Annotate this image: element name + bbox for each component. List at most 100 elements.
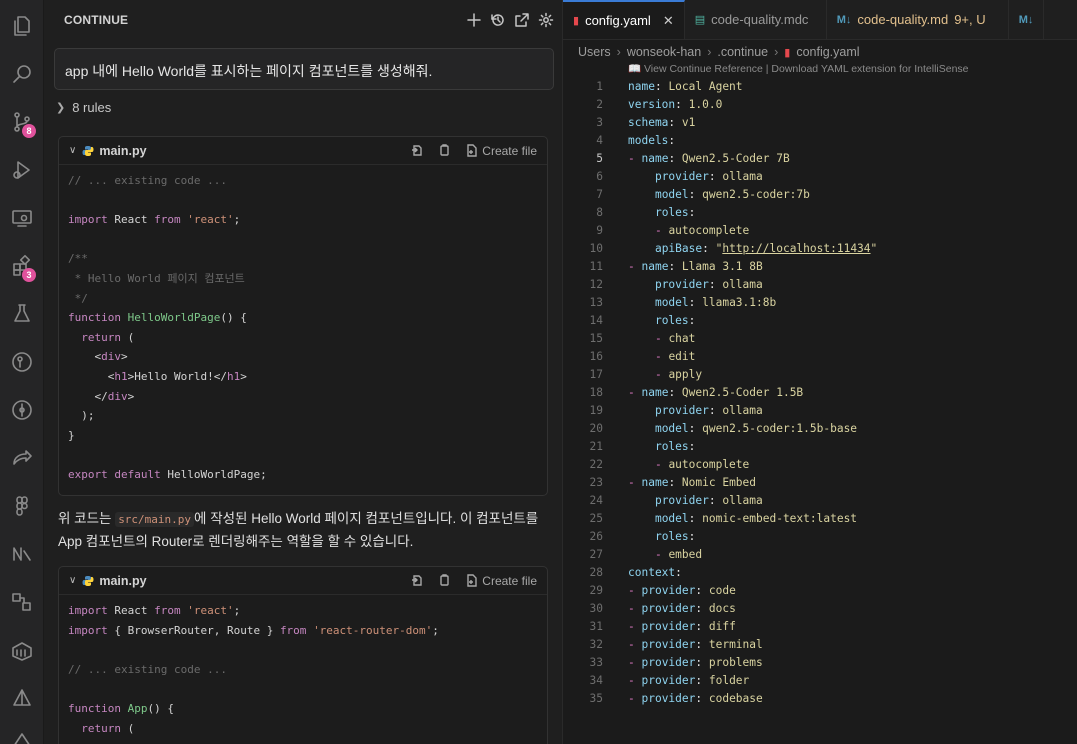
line-number: 25 xyxy=(589,512,603,525)
tab-label: code-quality.md xyxy=(857,12,949,27)
editor-line: 27 - embed xyxy=(563,546,1077,564)
code-block-header: ∨ main.py Create file xyxy=(59,137,547,165)
code-line: return ( xyxy=(81,330,135,344)
new-session-icon[interactable] xyxy=(466,12,482,33)
editor-line: 5 - name: Qwen2.5-Coder 7B xyxy=(563,150,1077,168)
search-icon[interactable] xyxy=(0,56,44,92)
figma-icon[interactable] xyxy=(0,488,44,524)
rules-toggle[interactable]: ❯ 8 rules xyxy=(56,100,111,115)
line-number: 15 xyxy=(589,332,603,345)
breadcrumb-item[interactable]: wonseok-han xyxy=(627,45,701,59)
markdown-file-icon: M↓ xyxy=(836,13,852,26)
open-in-editor-icon[interactable] xyxy=(514,12,530,33)
tab-config-yaml[interactable]: ▮ config.yaml ✕ xyxy=(563,0,685,39)
line-number: 9 xyxy=(596,224,603,237)
breadcrumb-item[interactable]: config.yaml xyxy=(796,45,859,59)
code-line: */ xyxy=(68,291,88,305)
line-text: - provider: problems xyxy=(628,656,763,669)
code-line: } xyxy=(68,428,75,442)
remote-explorer-icon[interactable] xyxy=(0,200,44,236)
line-number: 6 xyxy=(596,170,603,183)
line-number: 11 xyxy=(589,260,603,273)
line-number: 3 xyxy=(596,116,603,129)
chevron-down-icon[interactable]: ∨ xyxy=(69,145,76,156)
line-number: 34 xyxy=(589,674,603,687)
code-block-2: ∨ main.py Create file import React from … xyxy=(58,566,548,744)
editor-line: 3 schema: v1 xyxy=(563,114,1077,132)
source-control-icon[interactable]: 8 xyxy=(0,104,44,140)
tab-label: config.yaml xyxy=(585,13,651,28)
editor-line: 15 - chat xyxy=(563,330,1077,348)
copy-icon[interactable] xyxy=(438,144,451,157)
line-number: 1 xyxy=(596,80,603,93)
line-number: 18 xyxy=(589,386,603,399)
create-file-button[interactable]: Create file xyxy=(465,144,537,158)
close-icon[interactable]: ✕ xyxy=(663,13,674,29)
editor-line: 1 name: Local Agent xyxy=(563,78,1077,96)
explorer-icon[interactable] xyxy=(0,8,44,44)
prompt-icon[interactable] xyxy=(0,680,44,716)
continue-icon[interactable] xyxy=(0,724,44,744)
editor-tabs: ▮ config.yaml ✕ ▤ code-quality.mdc M↓ co… xyxy=(563,0,1077,40)
line-text: - provider: code xyxy=(628,584,736,597)
tab-code-quality-mdc[interactable]: ▤ code-quality.mdc xyxy=(685,0,827,39)
editor-line: 18 - name: Qwen2.5-Coder 1.5B xyxy=(563,384,1077,402)
copy-icon[interactable] xyxy=(438,574,451,587)
tab-markdown-overflow[interactable]: M↓ xyxy=(1009,0,1045,39)
insert-at-cursor-icon[interactable] xyxy=(411,144,424,157)
line-number: 8 xyxy=(596,206,603,219)
create-file-button[interactable]: Create file xyxy=(465,574,537,588)
editor-line: 25 model: nomic-embed-text:latest xyxy=(563,510,1077,528)
code-block-filename: main.py xyxy=(99,573,147,588)
line-number: 32 xyxy=(589,638,603,651)
git-graph-icon[interactable] xyxy=(0,392,44,428)
editor-line: 4 models: xyxy=(563,132,1077,150)
gitlens-icon[interactable] xyxy=(0,344,44,380)
n8n-icon[interactable] xyxy=(0,536,44,572)
editor-line: 35 - provider: codebase xyxy=(563,690,1077,708)
codelens-hint[interactable]: 📖 View Continue Reference | Download YAM… xyxy=(563,62,1077,78)
line-number: 29 xyxy=(589,584,603,597)
run-debug-icon[interactable] xyxy=(0,152,44,188)
code-editor[interactable]: 1 name: Local Agent 2 version: 1.0.0 3 schema… xyxy=(563,78,1077,708)
editor-line: 14 roles: xyxy=(563,312,1077,330)
breadcrumb-item[interactable]: Users xyxy=(578,45,611,59)
line-number: 13 xyxy=(589,296,603,309)
code-line: import React from 'react'; xyxy=(68,213,241,227)
line-number: 2 xyxy=(596,98,603,111)
code-line: /** xyxy=(68,252,88,266)
continue-panel: CONTINUE app 내에 Hello World를 표시하는 페이지 컴포… xyxy=(44,0,562,744)
line-text: provider: ollama xyxy=(654,170,763,183)
line-text: model: qwen2.5-coder:7b xyxy=(654,188,810,201)
code-block-content: // ... existing code ... import React fr… xyxy=(59,165,547,491)
breadcrumb-item[interactable]: .continue xyxy=(717,45,768,59)
editor-line: 9 - autocomplete xyxy=(563,222,1077,240)
python-file-icon xyxy=(82,145,94,156)
python-file-icon xyxy=(82,575,94,586)
line-text: - name: Qwen2.5-Coder 7B xyxy=(628,152,790,165)
insert-at-cursor-icon[interactable] xyxy=(411,574,424,587)
settings-gear-icon[interactable] xyxy=(538,12,554,33)
extensions-icon[interactable]: 3 xyxy=(0,248,44,284)
code-block-tools: Create file xyxy=(411,144,537,158)
editor-line: 34 - provider: folder xyxy=(563,672,1077,690)
chevron-down-icon[interactable]: ∨ xyxy=(69,575,76,586)
code-line: export default HelloWorldPage; xyxy=(68,467,267,481)
line-text: - apply xyxy=(654,368,703,381)
editor-line: 30 - provider: docs xyxy=(563,600,1077,618)
testing-icon[interactable] xyxy=(0,296,44,332)
chevron-right-icon: › xyxy=(616,45,621,59)
live-share-icon[interactable] xyxy=(0,440,44,476)
editor-line: 10 apiBase: "http://localhost:11434" xyxy=(563,240,1077,258)
editor-line: 11 - name: Llama 3.1 8B xyxy=(563,258,1077,276)
line-text: model: qwen2.5-coder:1.5b-base xyxy=(654,422,858,435)
user-prompt-message[interactable]: app 내에 Hello World를 표시하는 페이지 컴포넌트를 생성해줘. xyxy=(54,48,554,90)
line-text: - edit xyxy=(654,350,696,363)
database-icon[interactable] xyxy=(0,584,44,620)
editor-line: 22 - autocomplete xyxy=(563,456,1077,474)
tab-code-quality-md[interactable]: M↓ code-quality.md 9+, U xyxy=(827,0,1009,39)
line-text: - provider: terminal xyxy=(628,638,763,651)
history-icon[interactable] xyxy=(490,12,506,33)
docker-icon[interactable] xyxy=(0,632,44,668)
